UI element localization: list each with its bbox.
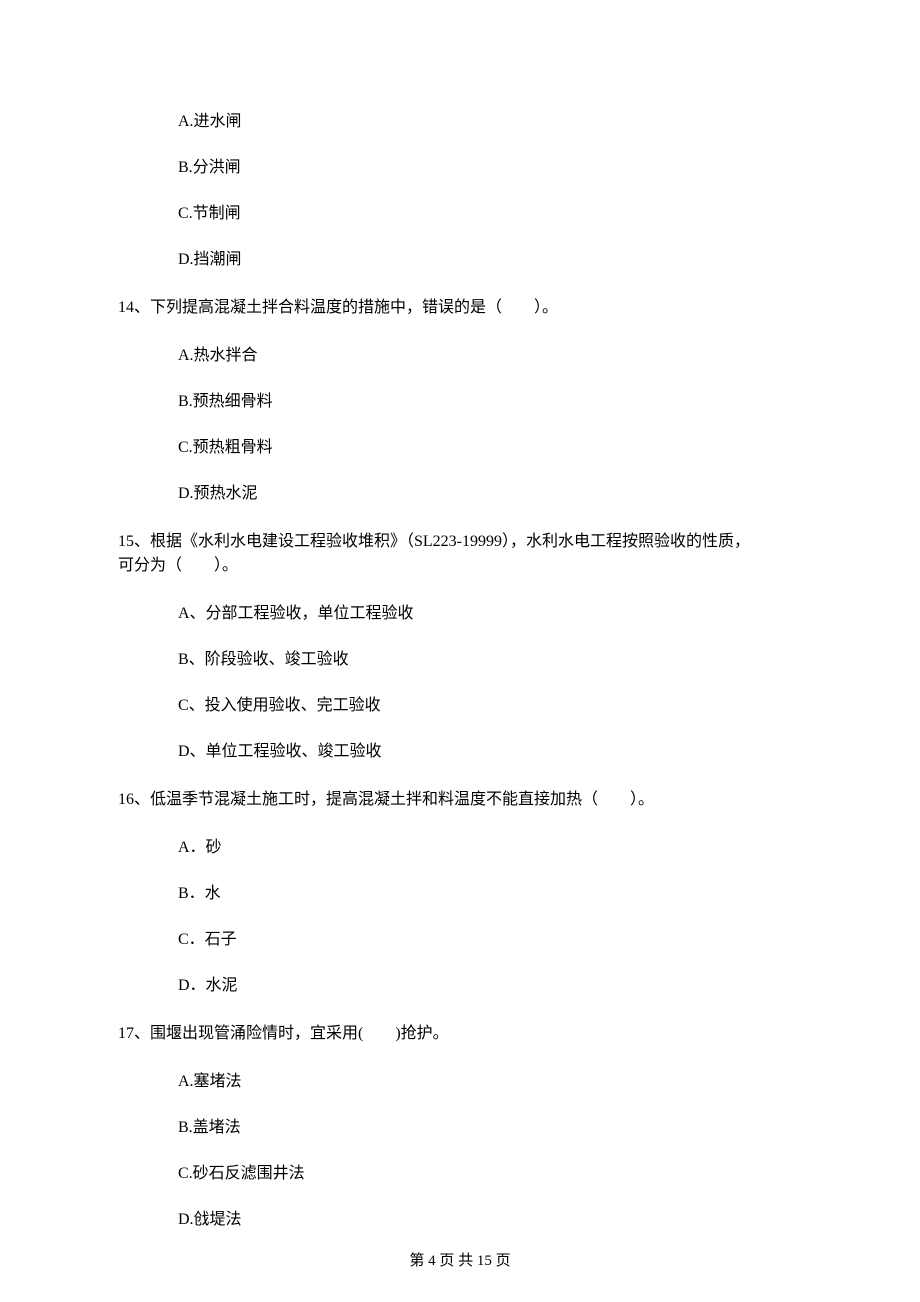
q16-option-d: D．水泥: [178, 974, 802, 998]
q17-option-b: B.盖堵法: [178, 1116, 802, 1140]
page-footer: 第 4 页 共 15 页: [0, 1250, 920, 1273]
q17-option-d: D.戗堤法: [178, 1208, 802, 1232]
q16-option-a: A．砂: [178, 836, 802, 860]
q17-option-a: A.塞堵法: [178, 1070, 802, 1094]
q16-stem: 16、低温季节混凝土施工时，提高混凝土拌和料温度不能直接加热（ ）。: [118, 788, 802, 812]
q15-option-b: B、阶段验收、竣工验收: [178, 648, 802, 672]
q13-option-c: C.节制闸: [178, 202, 802, 226]
q16-option-b: B．水: [178, 882, 802, 906]
q13-option-a: A.进水闸: [178, 110, 802, 134]
q15-stem-line1: 15、根据《水利水电建设工程验收堆积》（SL223-19999），水利水电工程按…: [118, 530, 802, 554]
q14-option-a: A.热水拌合: [178, 344, 802, 368]
q15-option-a: A、分部工程验收，单位工程验收: [178, 602, 802, 626]
q15-stem: 15、根据《水利水电建设工程验收堆积》（SL223-19999），水利水电工程按…: [118, 530, 802, 578]
q16-option-c: C．石子: [178, 928, 802, 952]
page-container: A.进水闸 B.分洪闸 C.节制闸 D.挡潮闸 14、下列提高混凝土拌合料温度的…: [0, 0, 920, 1302]
q14-option-c: C.预热粗骨料: [178, 436, 802, 460]
q17-stem: 17、围堰出现管涌险情时，宜采用( )抢护。: [118, 1022, 802, 1046]
q15-option-d: D、单位工程验收、竣工验收: [178, 740, 802, 764]
q15-option-c: C、投入使用验收、完工验收: [178, 694, 802, 718]
q13-option-d: D.挡潮闸: [178, 248, 802, 272]
q13-option-b: B.分洪闸: [178, 156, 802, 180]
q14-stem: 14、下列提高混凝土拌合料温度的措施中，错误的是（ ）。: [118, 296, 802, 320]
q14-option-b: B.预热细骨料: [178, 390, 802, 414]
q14-option-d: D.预热水泥: [178, 482, 802, 506]
q15-stem-line2: 可分为（ ）。: [118, 554, 802, 578]
q17-option-c: C.砂石反滤围井法: [178, 1162, 802, 1186]
